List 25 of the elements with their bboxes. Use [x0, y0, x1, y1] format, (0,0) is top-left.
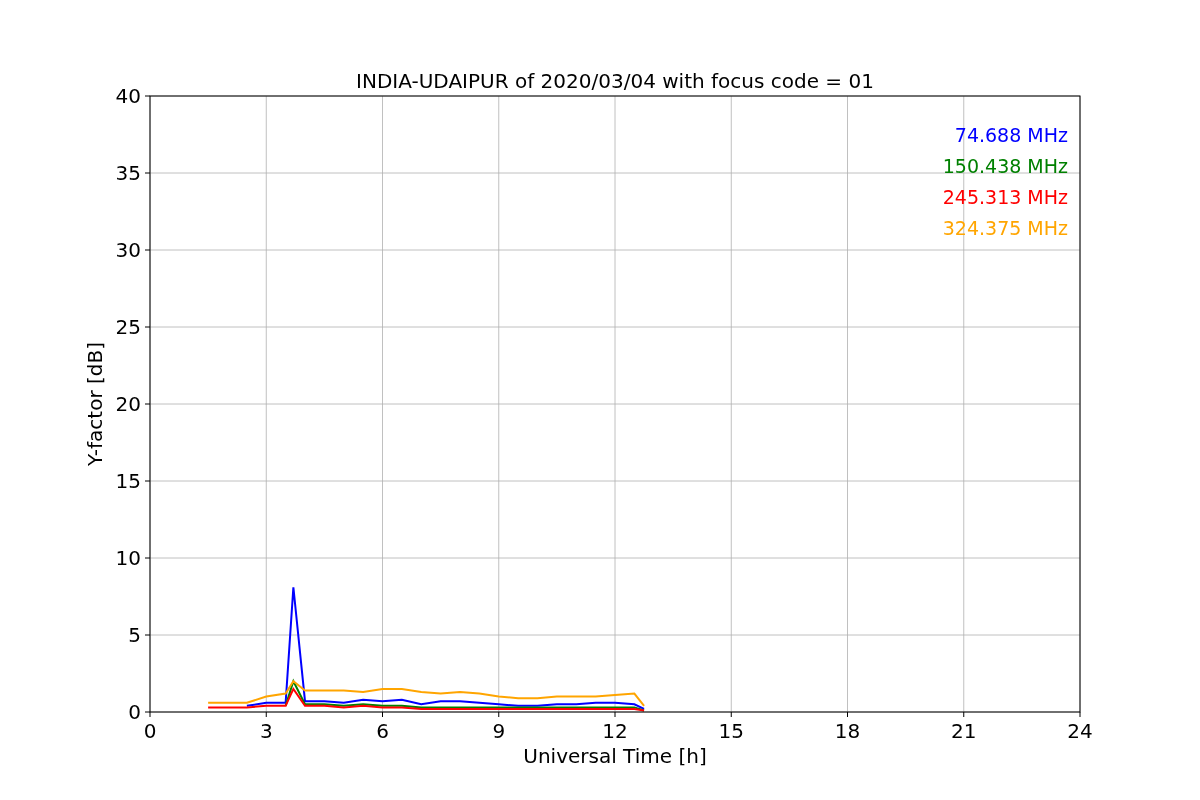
y-tick-label: 25	[115, 315, 141, 339]
y-tick-label: 35	[115, 161, 141, 185]
x-tick-label: 18	[834, 719, 861, 743]
y-tick-label: 20	[115, 392, 141, 416]
y-tick-label: 15	[115, 469, 141, 493]
x-tick-label: 0	[143, 719, 157, 743]
y-tick-label: 0	[128, 700, 141, 724]
chart-title: INDIA-UDAIPUR of 2020/03/04 with focus code = 01	[356, 69, 874, 93]
x-tick-label: 12	[602, 719, 628, 743]
x-axis-label: Universal Time [h]	[523, 744, 707, 768]
x-tick-label: 24	[1067, 719, 1093, 743]
x-tick-label: 6	[376, 719, 389, 743]
x-tick-label: 9	[492, 719, 506, 743]
y-tick-label: 10	[115, 546, 141, 570]
legend-label: 150.438 MHz	[942, 155, 1068, 177]
y-axis-label: Y-factor [dB]	[83, 342, 107, 466]
y-tick-label: 40	[115, 84, 141, 108]
x-tick-label: 21	[951, 719, 977, 743]
legend-label: 324.375 MHz	[942, 217, 1068, 239]
legend-label: 245.313 MHz	[942, 186, 1068, 208]
y-tick-label: 30	[115, 238, 141, 262]
x-tick-label: 15	[718, 719, 744, 743]
legend-label: 74.688 MHz	[954, 124, 1068, 146]
x-tick-label: 3	[259, 719, 273, 743]
y-tick-label: 5	[128, 623, 141, 647]
